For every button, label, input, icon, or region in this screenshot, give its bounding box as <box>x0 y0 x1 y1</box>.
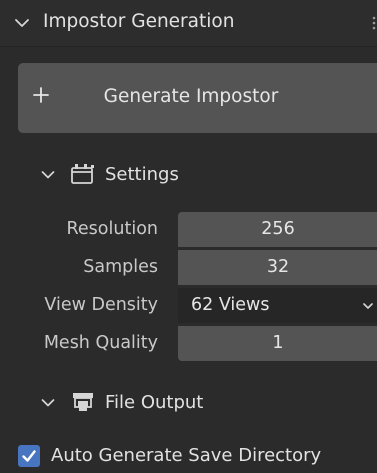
resolution-field[interactable]: 256 <box>178 212 377 247</box>
resolution-value: 256 <box>261 219 295 239</box>
file-output-subpanel-header[interactable]: File Output <box>0 382 377 424</box>
mesh-quality-label: Mesh Quality <box>43 333 158 353</box>
settings-panel-icon <box>71 164 94 184</box>
mesh-quality-row: Mesh Quality 1 <box>0 325 377 361</box>
generate-impostor-label: Generate Impostor <box>103 86 279 107</box>
dropdown-arrow-icon <box>363 303 373 309</box>
samples-row: Samples 32 <box>0 249 377 285</box>
impostor-generation-panel: Impostor Generation Generate Impostor Se… <box>0 0 377 473</box>
view-density-dropdown[interactable]: 62 Views <box>178 288 377 323</box>
settings-label: Settings <box>105 164 179 185</box>
resolution-row: Resolution 256 <box>0 211 377 247</box>
file-output-icon <box>73 393 93 411</box>
resolution-label: Resolution <box>66 219 158 239</box>
view-density-value: 62 Views <box>191 295 270 315</box>
drag-grip-icon[interactable] <box>369 14 377 32</box>
file-output-label: File Output <box>105 392 204 413</box>
chevron-down-icon[interactable] <box>40 167 56 183</box>
view-density-label: View Density <box>44 295 158 315</box>
mesh-quality-field[interactable]: 1 <box>178 326 377 361</box>
samples-label: Samples <box>83 257 158 277</box>
settings-subpanel-header[interactable]: Settings <box>0 154 377 196</box>
auto-generate-row: Auto Generate Save Directory <box>0 437 377 473</box>
auto-generate-label: Auto Generate Save Directory <box>51 445 322 466</box>
samples-value: 32 <box>266 257 290 277</box>
mesh-quality-value: 1 <box>272 333 284 353</box>
panel-header[interactable]: Impostor Generation <box>0 0 377 47</box>
checkmark-icon <box>22 450 36 462</box>
generate-impostor-button[interactable]: Generate Impostor <box>18 63 377 133</box>
chevron-down-icon[interactable] <box>40 395 56 411</box>
samples-field[interactable]: 32 <box>178 250 377 285</box>
panel-title: Impostor Generation <box>43 11 235 32</box>
auto-generate-checkbox[interactable] <box>18 445 40 467</box>
view-density-row: View Density 62 Views <box>0 287 377 323</box>
chevron-down-icon[interactable] <box>13 14 31 32</box>
